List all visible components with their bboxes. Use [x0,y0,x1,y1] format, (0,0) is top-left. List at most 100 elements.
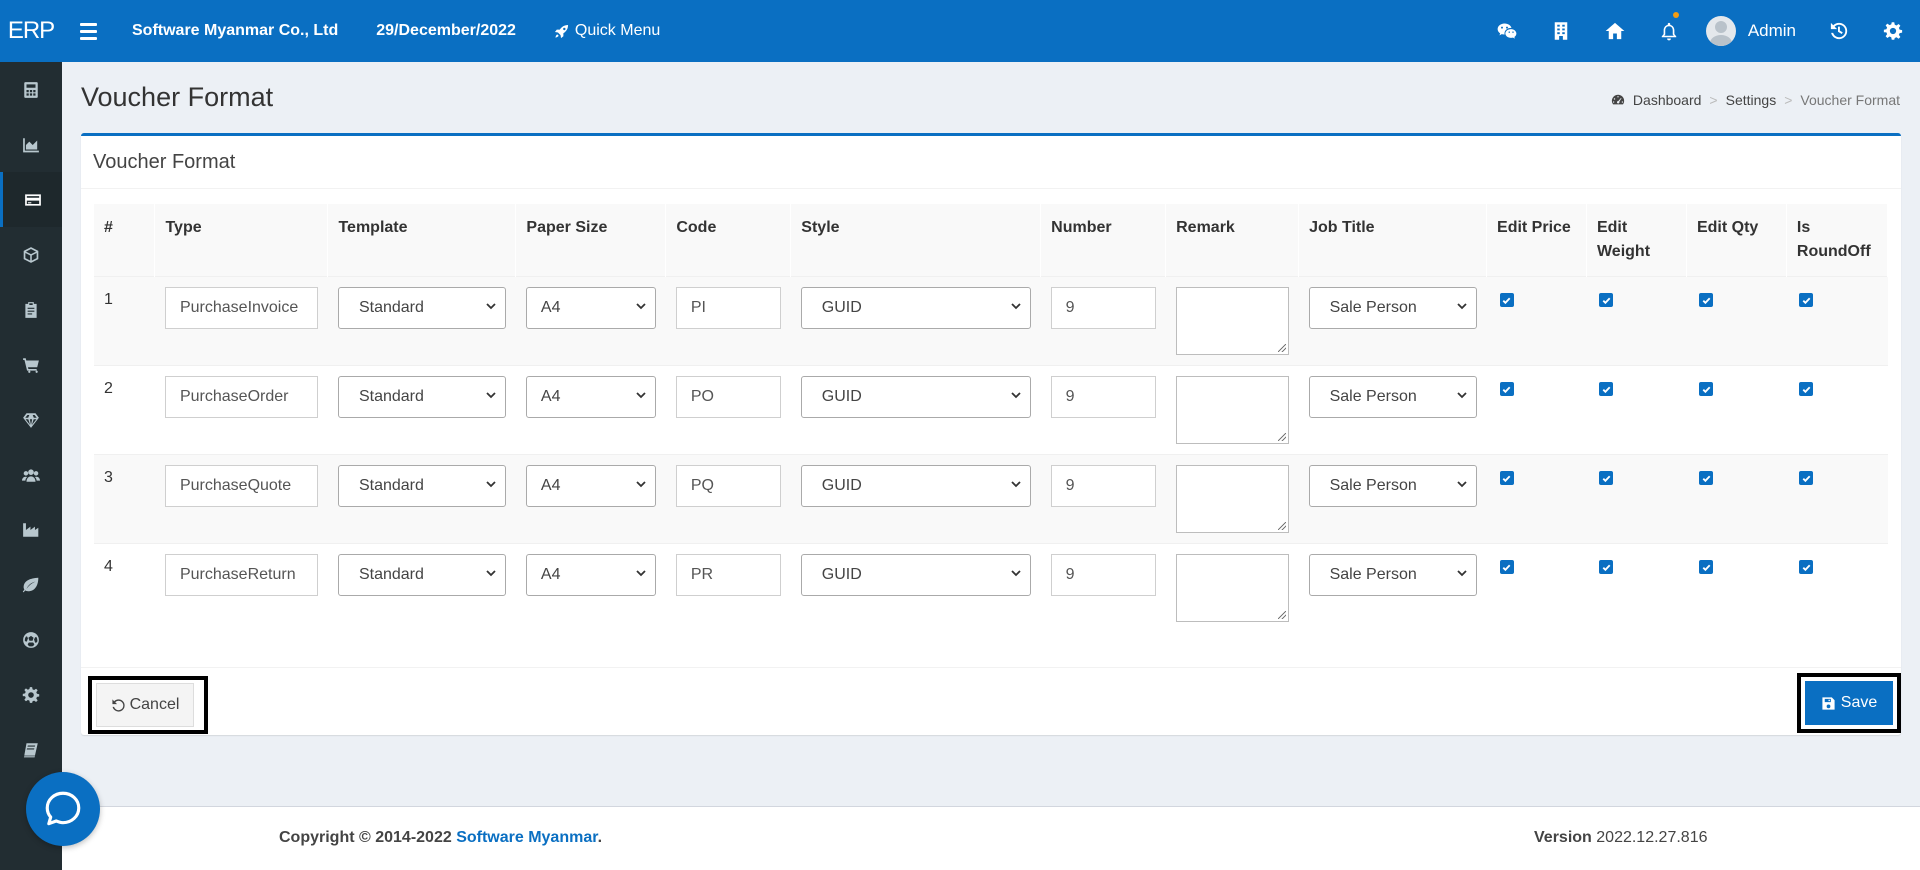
edit-qty-checkbox[interactable] [1699,293,1714,307]
style-value: GUID [821,566,862,583]
template-select[interactable]: Standard [337,465,506,507]
breadcrumb-dashboard[interactable]: Dashboard [1633,92,1702,108]
type-input[interactable]: PurchaseOrder [164,376,318,418]
edit-qty-checkbox[interactable] [1699,382,1714,396]
breadcrumb-settings[interactable]: Settings [1726,92,1777,108]
column-header-style: Style [790,204,1042,277]
sidebar-item-calculator[interactable] [0,62,62,117]
code-cell: PR [665,543,791,633]
sidebar-item-orders[interactable] [0,282,62,337]
chevron-down-icon [635,566,647,584]
remark-textarea[interactable] [1175,465,1289,533]
number-cell: 9 [1040,365,1166,455]
is-roundoff-checkbox[interactable] [1799,560,1814,574]
is-roundoff-checkbox[interactable] [1799,382,1814,396]
number-input[interactable]: 9 [1050,465,1156,507]
edit-price-checkbox[interactable] [1499,293,1514,307]
edit-weight-checkbox[interactable] [1599,293,1614,307]
sidebar-item-jewelry[interactable] [0,392,62,447]
number-input[interactable]: 9 [1050,554,1156,596]
settings-button[interactable] [1866,0,1920,62]
edit-price-checkbox[interactable] [1499,560,1514,574]
code-input[interactable]: PQ [675,465,781,507]
template-select[interactable]: Standard [337,287,506,329]
sidebar-item-customers[interactable] [0,447,62,502]
row-number: 3 [104,469,113,486]
sidebar-toggle-button[interactable] [80,22,106,40]
sidebar-item-nature[interactable] [0,557,62,612]
branch-button[interactable] [1534,0,1588,62]
notifications-button[interactable] [1642,0,1696,62]
undo-icon [112,698,125,712]
paper-size-select[interactable]: A4 [525,554,656,596]
sidebar-item-sales[interactable] [0,337,62,392]
sidebar-item-books[interactable] [0,722,62,777]
column-header-job-title: Job Title [1298,204,1488,277]
chevron-down-icon [1010,566,1022,584]
number-cell: 9 [1040,543,1166,633]
sidebar-item-reports[interactable] [0,117,62,172]
paper-size-select[interactable]: A4 [525,376,656,418]
remark-cell [1165,276,1299,366]
sidebar-item-inventory[interactable] [0,227,62,282]
sidebar-item-settings[interactable] [0,667,62,722]
remark-textarea[interactable] [1175,554,1289,622]
code-input[interactable]: PO [675,376,781,418]
number-input[interactable]: 9 [1050,376,1156,418]
style-select[interactable]: GUID [800,554,1031,596]
sidebar-item-payments[interactable] [0,172,62,227]
company-link[interactable]: Software Myanmar [456,829,597,846]
code-input[interactable]: PR [675,554,781,596]
cube-icon [23,246,39,263]
chat-icon [45,791,81,826]
live-chat-button[interactable] [26,772,100,846]
edit-weight-checkbox[interactable] [1599,471,1614,485]
remark-textarea[interactable] [1175,287,1289,355]
is-roundoff-cell [1786,365,1888,455]
edit-weight-checkbox[interactable] [1599,382,1614,396]
template-select[interactable]: Standard [337,554,506,596]
remark-cell [1165,454,1299,544]
edit-weight-checkbox[interactable] [1599,560,1614,574]
number-cell: 9 [1040,276,1166,366]
paper-size-select[interactable]: A4 [525,465,656,507]
wechat-button[interactable] [1480,0,1534,62]
is-roundoff-checkbox[interactable] [1799,471,1814,485]
quick-menu-button[interactable]: Quick Menu [554,22,660,40]
user-menu[interactable]: Admin [1696,16,1812,46]
template-select[interactable]: Standard [337,376,506,418]
edit-price-checkbox[interactable] [1499,471,1514,485]
style-select[interactable]: GUID [800,287,1031,329]
calculator-icon [24,81,38,98]
edit-price-checkbox[interactable] [1499,382,1514,396]
sidebar-item-production[interactable] [0,502,62,557]
edit-qty-checkbox[interactable] [1699,471,1714,485]
style-select[interactable]: GUID [800,376,1031,418]
save-button[interactable]: Save [1805,681,1893,725]
job-title-select[interactable]: Sale Person [1308,465,1477,507]
home-button[interactable] [1588,0,1642,62]
code-input[interactable]: PI [675,287,781,329]
edit-qty-checkbox[interactable] [1699,560,1714,574]
number-input[interactable]: 9 [1050,287,1156,329]
style-select[interactable]: GUID [800,465,1031,507]
type-input[interactable]: PurchaseQuote [164,465,318,507]
job-title-select[interactable]: Sale Person [1308,376,1477,418]
history-button[interactable] [1812,0,1866,62]
template-value: Standard [358,477,424,494]
job-title-select[interactable]: Sale Person [1308,554,1477,596]
job-title-select[interactable]: Sale Person [1308,287,1477,329]
template-value: Standard [358,566,424,583]
remark-textarea[interactable] [1175,376,1289,444]
page-title: Voucher Format [81,82,274,112]
paper-size-value: A4 [540,566,561,583]
type-input[interactable]: PurchaseInvoice [164,287,318,329]
is-roundoff-cell [1786,454,1888,544]
column-header-is-roundoff: Is RoundOff [1786,204,1889,277]
paper-size-select[interactable]: A4 [525,287,656,329]
type-input[interactable]: PurchaseReturn [164,554,318,596]
cancel-button[interactable]: Cancel [96,683,194,727]
app-logo[interactable]: ERP [0,0,62,62]
sidebar-item-sports[interactable] [0,612,62,667]
is-roundoff-checkbox[interactable] [1799,293,1814,307]
